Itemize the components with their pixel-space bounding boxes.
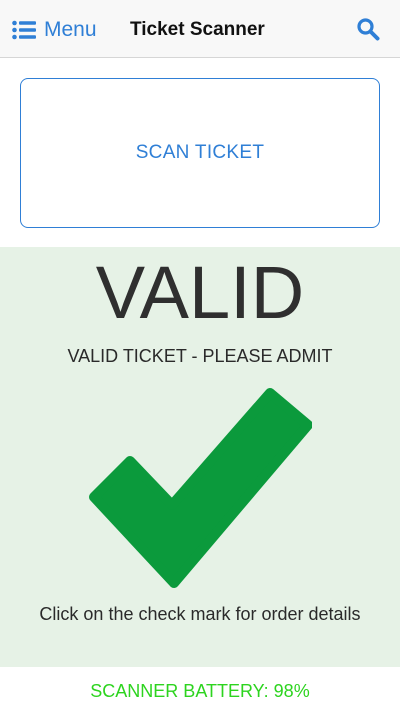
result-panel: VALID VALID TICKET - PLEASE ADMIT Click … — [0, 247, 400, 667]
top-navbar: Menu Ticket Scanner — [0, 0, 400, 58]
page-title: Ticket Scanner — [130, 19, 265, 40]
list-icon — [12, 20, 36, 40]
scanner-battery-status: SCANNER BATTERY: 98% — [90, 681, 310, 701]
scan-ticket-label: SCAN TICKET — [135, 142, 265, 163]
status-message: VALID TICKET - PLEASE ADMIT — [67, 346, 333, 366]
checkmark-icon — [89, 388, 313, 588]
order-details-hint: Click on the check mark for order detail… — [39, 604, 361, 624]
scan-ticket-button[interactable]: SCAN TICKET — [20, 78, 380, 228]
search-button[interactable] — [356, 17, 380, 41]
checkmark-button[interactable] — [88, 385, 313, 591]
menu-label: Menu — [44, 18, 97, 41]
search-icon — [357, 18, 380, 41]
status-title: VALID — [95, 251, 305, 334]
menu-button[interactable]: Menu — [12, 14, 97, 46]
